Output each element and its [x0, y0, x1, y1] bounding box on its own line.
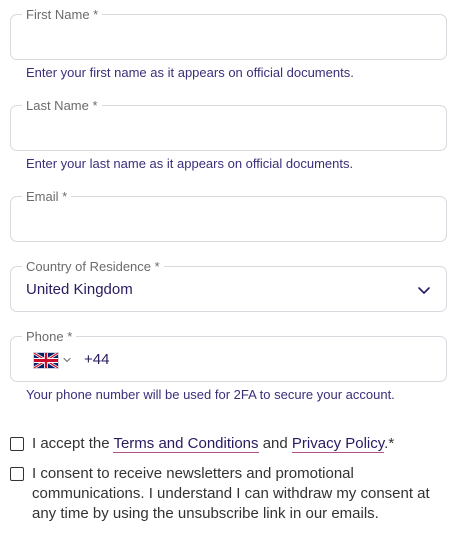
last-name-field[interactable]: Last Name * — [10, 98, 447, 151]
newsletter-consent-row: I consent to receive newsletters and pro… — [10, 465, 447, 528]
country-select[interactable]: Country of Residence * United Kingdom — [10, 259, 447, 312]
uk-flag-icon[interactable] — [33, 352, 59, 369]
terms-consent-row: I accept the Terms and Conditions and Pr… — [10, 434, 447, 458]
email-field[interactable]: Email * — [10, 189, 447, 242]
last-name-helper: Enter your last name as it appears on of… — [26, 156, 354, 171]
terms-checkbox[interactable] — [10, 437, 24, 451]
terms-text: I accept the Terms and Conditions and Pr… — [32, 434, 394, 454]
terms-prefix: I accept the — [32, 435, 114, 452]
chevron-down-icon[interactable] — [416, 282, 432, 298]
privacy-link[interactable]: Privacy Policy — [291, 435, 385, 453]
first-name-field[interactable]: First Name * — [10, 7, 447, 60]
last-name-label: Last Name * — [22, 98, 102, 113]
terms-suffix: .* — [384, 435, 395, 452]
first-name-label: First Name * — [22, 7, 103, 22]
email-label: Email * — [22, 189, 72, 204]
country-code-chevron-icon[interactable] — [62, 355, 72, 365]
phone-field[interactable]: Phone * +44 — [10, 329, 447, 382]
phone-helper: Your phone number will be used for 2FA t… — [26, 387, 395, 402]
phone-dial-code: +44 — [84, 351, 110, 368]
terms-middle: and — [258, 435, 292, 452]
country-value: United Kingdom — [26, 281, 133, 298]
newsletter-text: I consent to receive newsletters and pro… — [32, 465, 430, 522]
first-name-helper: Enter your first name as it appears on o… — [26, 65, 354, 80]
country-label: Country of Residence * — [22, 259, 164, 274]
phone-label: Phone * — [22, 329, 77, 344]
terms-link[interactable]: Terms and Conditions — [113, 435, 259, 453]
newsletter-checkbox[interactable] — [10, 467, 24, 481]
